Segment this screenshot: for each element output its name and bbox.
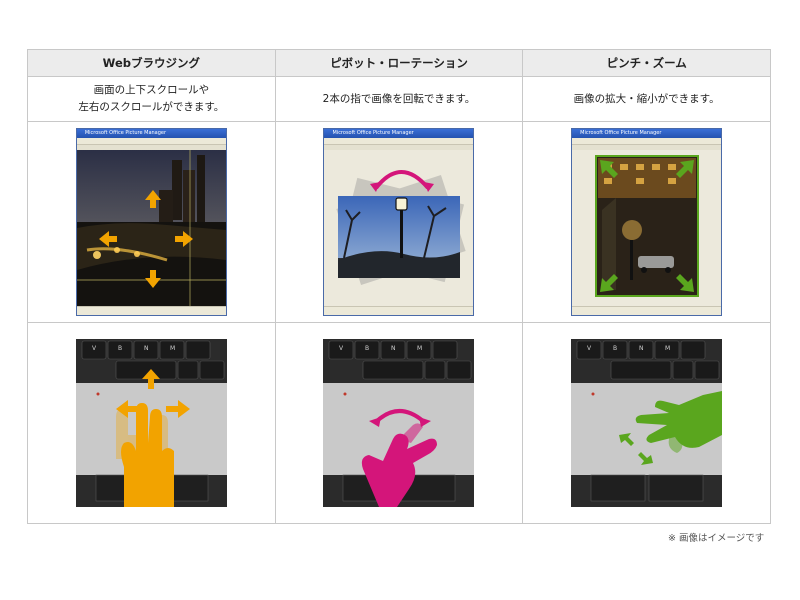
window-title: Microsoft Office Picture Manager — [76, 129, 226, 138]
screenshot-pinch-zoom: Microsoft Office Picture Manager — [571, 128, 723, 316]
desc-pinch-zoom: 画像の拡大・縮小ができます。 — [522, 76, 771, 122]
touchpad-graphic: V B N M — [75, 339, 227, 507]
screenshot-pivot-rotation: Microsoft Office Picture Manager — [323, 128, 475, 316]
touchpad-pinch-illustration: V B N M — [571, 339, 723, 507]
key-n-label: N — [639, 345, 644, 352]
screenshot-row: Microsoft Office Picture Manager Microso… — [27, 121, 771, 323]
desc-line: 画面の上下スクロールや — [93, 84, 210, 96]
touchpad-pinch-cell: V B N M — [522, 322, 771, 524]
window-statusbar — [76, 306, 226, 315]
desc-line: 画像の拡大・縮小ができます。 — [573, 92, 720, 105]
window-title: Microsoft Office Picture Manager — [324, 129, 474, 138]
window-title: Microsoft Office Picture Manager — [572, 129, 722, 138]
night-street-photo — [572, 150, 722, 308]
touchpad-scroll-illustration: V B N M — [75, 339, 227, 507]
window-menubar — [324, 138, 474, 145]
key-m-label: M — [665, 345, 670, 352]
key-b-label: B — [365, 345, 369, 352]
desc-line: 2本の指で画像を回転できます。 — [322, 92, 476, 105]
shot-pinch-zoom-cell: Microsoft Office Picture Manager — [522, 121, 771, 323]
key-b-label: B — [613, 345, 617, 352]
header-web-browsing: Webブラウジング — [27, 49, 276, 77]
touchpad-rotate-illustration: V B N M — [323, 339, 475, 507]
header-pinch-zoom: ピンチ・ズーム — [522, 49, 771, 77]
window-statusbar — [324, 306, 474, 315]
key-m-label: M — [170, 345, 175, 352]
window-statusbar — [572, 306, 722, 315]
night-city-photo — [76, 150, 226, 308]
key-m-label: M — [417, 345, 422, 352]
key-n-label: N — [144, 345, 149, 352]
key-b-label: B — [118, 345, 122, 352]
touchpad-rotate-cell: V B N M — [274, 322, 524, 524]
window-menubar — [572, 138, 722, 145]
touchpad-graphic: V B N M — [323, 339, 475, 507]
desc-line: 左右のスクロールができます。 — [78, 101, 225, 113]
touchpad-scroll-cell: V B N M — [27, 322, 276, 524]
desc-web-browsing: 画面の上下スクロールや 左右のスクロールができます。 — [27, 76, 276, 122]
key-n-label: N — [391, 345, 396, 352]
shot-web-browsing-cell: Microsoft Office Picture Manager — [27, 121, 276, 323]
window-menubar — [76, 138, 226, 145]
shot-pivot-rotation-cell: Microsoft Office Picture Manager — [274, 121, 524, 323]
description-row: 画面の上下スクロールや 左右のスクロールができます。 2本の指で画像を回転できま… — [27, 76, 771, 122]
screenshot-web-browsing: Microsoft Office Picture Manager — [75, 128, 227, 316]
park-lamp-photo — [324, 150, 474, 308]
header-pivot-rotation: ピボット・ローテーション — [274, 49, 524, 77]
footnote: ※ 画像はイメージです — [668, 533, 765, 544]
feature-table: Webブラウジング ピボット・ローテーション ピンチ・ズーム 画面の上下スクロー… — [27, 49, 771, 524]
touchpad-row: V B N M V B N M V B N M — [27, 322, 771, 524]
touchpad-graphic: V B N M — [571, 339, 723, 507]
header-row: Webブラウジング ピボット・ローテーション ピンチ・ズーム — [27, 49, 771, 77]
desc-pivot-rotation: 2本の指で画像を回転できます。 — [274, 76, 524, 122]
